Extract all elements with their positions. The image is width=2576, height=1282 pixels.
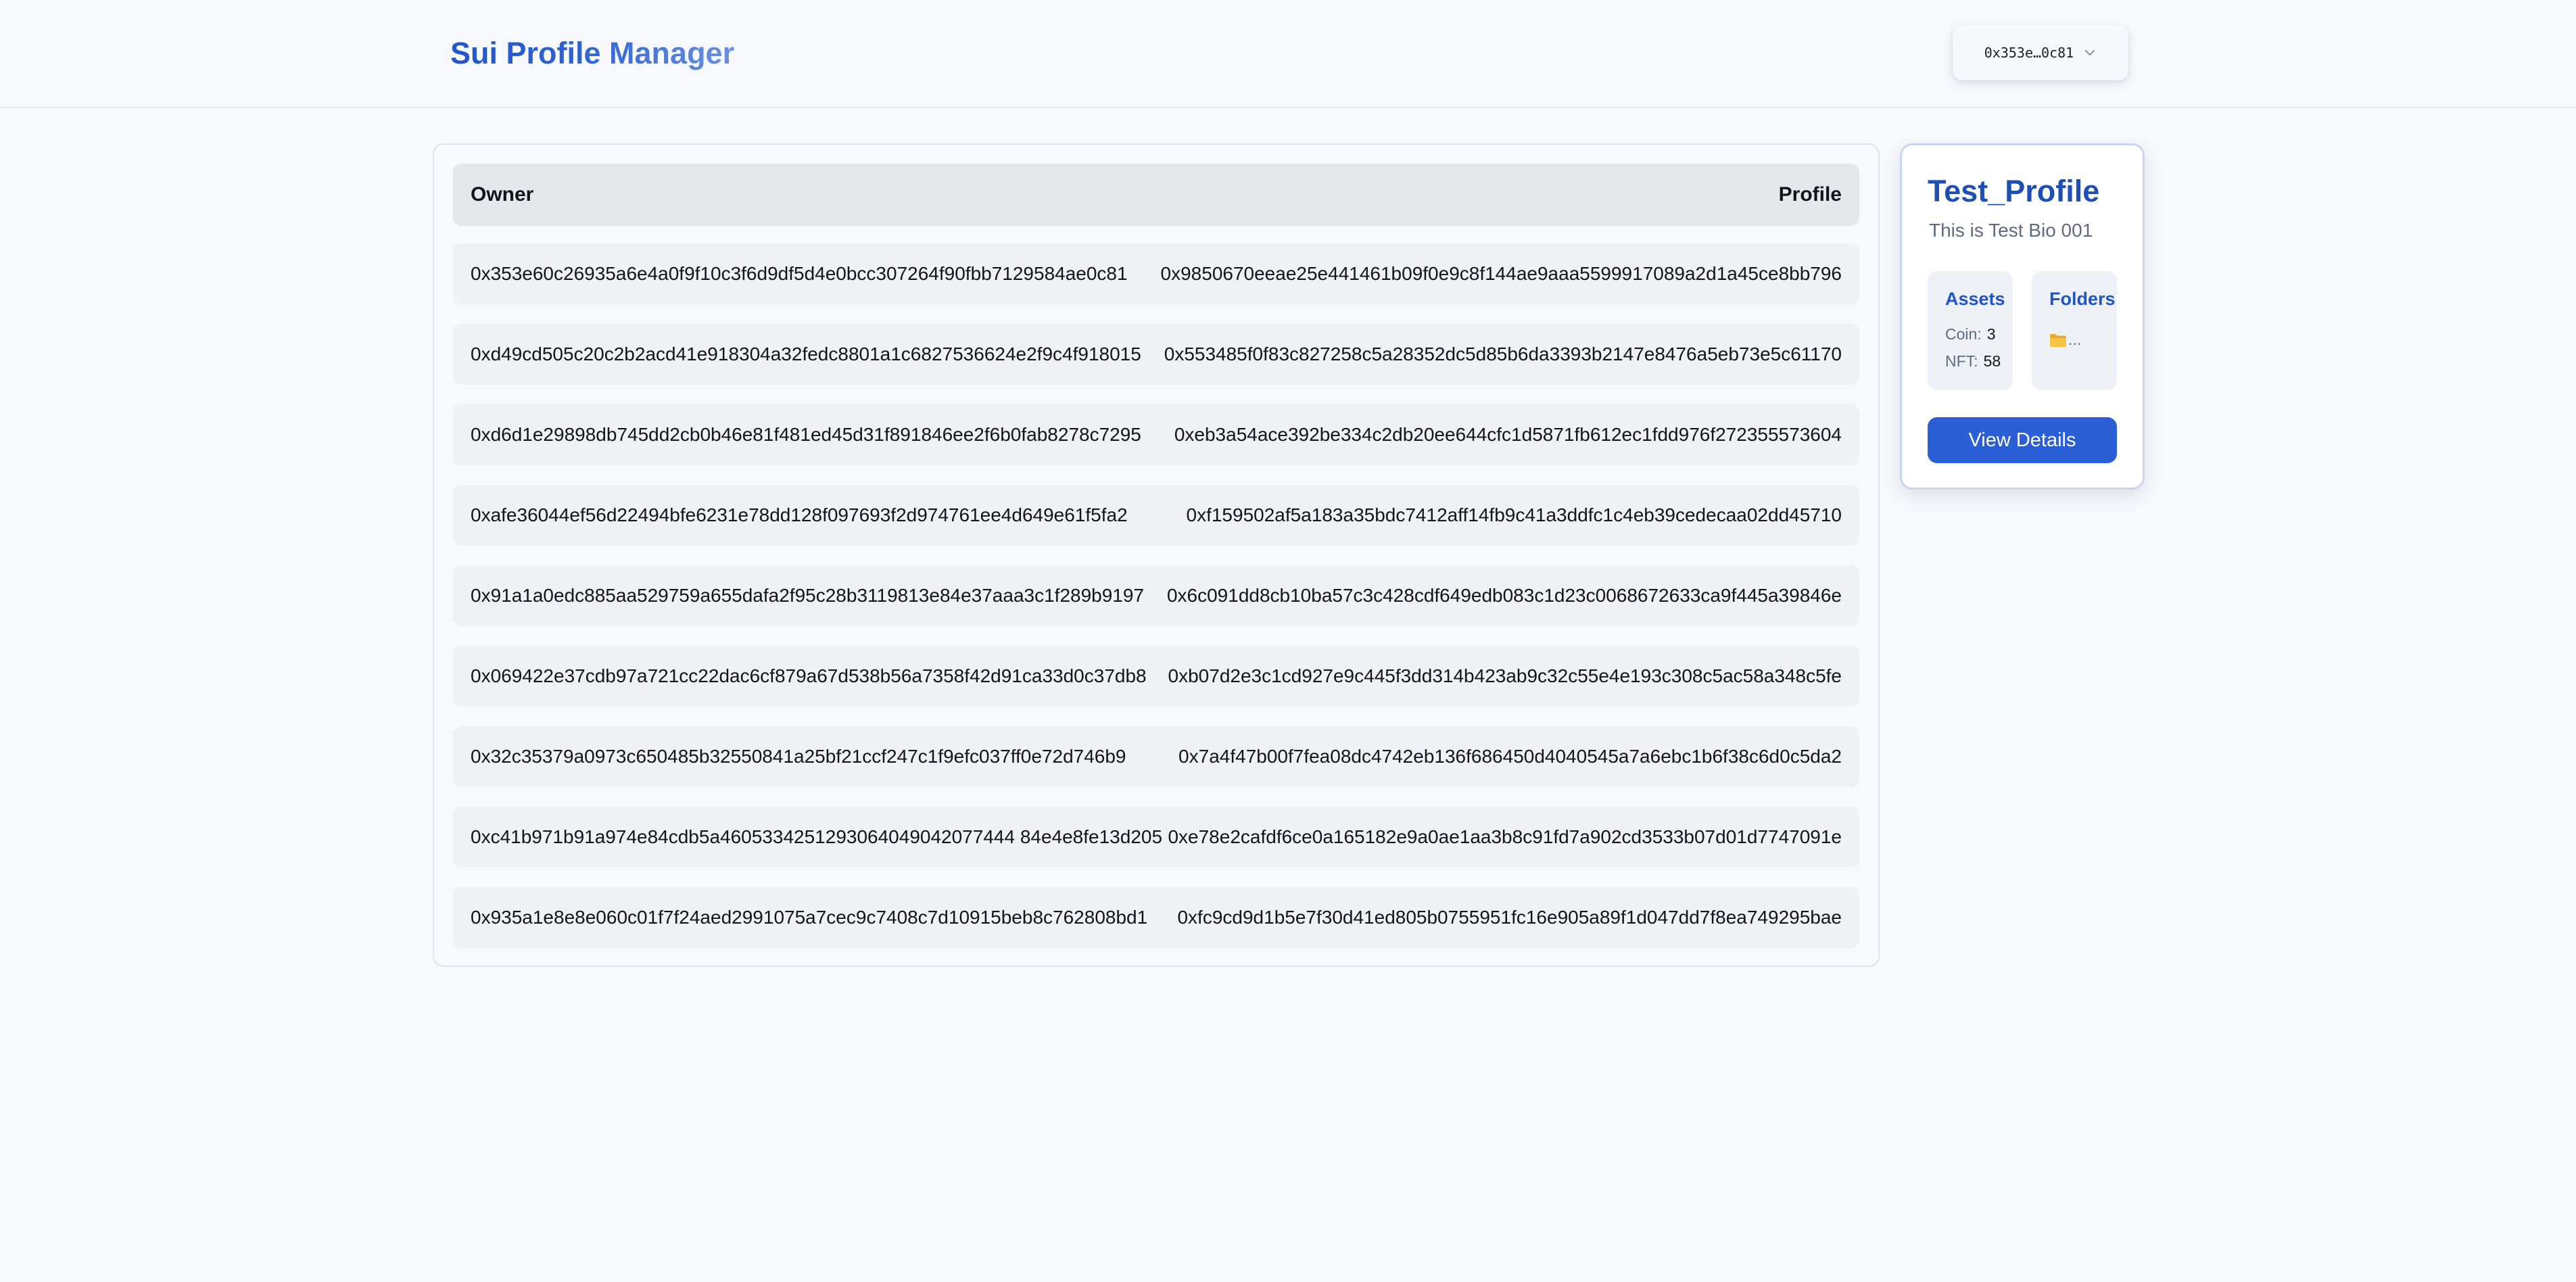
nft-value: 58 [1983,352,2001,370]
table-row[interactable]: 0x91a1a0edc885aa529759a655dafa2f95c28b31… [453,565,1859,626]
owner-address: 0x935a1e8e8e060c01f7f24aed2991075a7cec9c… [471,907,1148,928]
nft-label: NFT: [1945,352,1978,370]
chevron-down-icon [2085,50,2095,55]
owner-address: 0xd49cd505c20c2b2acd41e918304a32fedc8801… [471,343,1141,364]
table-row[interactable]: 0xd49cd505c20c2b2acd41e918304a32fedc8801… [453,324,1859,385]
wallet-address: 0x353e…0c81 [1984,45,2074,61]
folders-title: Folders [2049,289,2116,309]
table-row[interactable]: 0xafe36044ef56d22494bfe6231e78dd128f0976… [453,485,1859,546]
table-row[interactable]: 0xd6d1e29898db745dd2cb0b46e81f481ed45d31… [453,404,1859,465]
top-header: Sui Profile Manager 0x353e…0c81 [0,0,2576,108]
wallet-connect-button[interactable]: 0x353e…0c81 [1953,25,2128,80]
profile-bio: This is Test Bio 001 [1929,220,2093,241]
table-row[interactable]: 0x353e60c26935a6e4a0f9f10c3f6d9df5d4e0bc… [453,243,1859,304]
column-header-profile: Profile [1778,183,1842,206]
profile-address: 0x6c091dd8cb10ba57c3c428cdf649edb083c1d2… [1166,585,1842,606]
view-details-button[interactable]: View Details [1928,417,2117,463]
assets-box: Assets Coin: 3 NFT: 58 [1928,271,2013,390]
profile-address: 0x7a4f47b00f7fea08dc4742eb136f686450d404… [1178,746,1842,767]
profile-name: Test_Profile [1928,174,2100,208]
profile-address: 0xe78e2cafdf6ce0a165182e9a0ae1aa3b8c91fd… [1168,826,1842,847]
coin-stat: Coin: 3 [1945,325,1996,343]
profile-address: 0xfc9cd9d1b5e7f30d41ed805b0755951fc16e90… [1177,907,1842,928]
owner-profile-table: Owner Profile 0x353e60c26935a6e4a0f9f10c… [433,143,1880,967]
folder-icon [2050,333,2066,347]
owner-address: 0xd6d1e29898db745dd2cb0b46e81f481ed45d31… [471,424,1141,445]
owner-address: 0x32c35379a0973c650485b32550841a25bf21cc… [471,746,1126,767]
owner-address: 0xc41b971b91a974e84cdb5a4605334251293064… [471,826,1163,847]
owner-address: 0x353e60c26935a6e4a0f9f10c3f6d9df5d4e0bc… [471,263,1128,284]
table-row[interactable]: 0x32c35379a0973c650485b32550841a25bf21cc… [453,726,1859,787]
owner-address: 0x91a1a0edc885aa529759a655dafa2f95c28b31… [471,585,1145,606]
profile-address: 0xb07d2e3c1cd927e9c445f3dd314b423ab9c32c… [1168,665,1842,686]
column-header-owner: Owner [471,183,534,206]
table-row[interactable]: 0x935a1e8e8e060c01f7f24aed2991075a7cec9c… [453,887,1859,948]
coin-value: 3 [1986,325,1996,343]
owner-address: 0x069422e37cdb97a721cc22dac6cf879a67d538… [471,665,1147,686]
table-row[interactable]: 0x069422e37cdb97a721cc22dac6cf879a67d538… [453,646,1859,707]
profile-address: 0xf159502af5a183a35bdc7412aff14fb9c41a3d… [1186,504,1842,525]
table-header-row: Owner Profile [453,164,1859,226]
owner-address: 0xafe36044ef56d22494bfe6231e78dd128f0976… [471,504,1128,525]
nft-stat: NFT: 58 [1945,352,2001,371]
profile-address: 0x553485f0f83c827258c5a28352dc5d85b6da33… [1164,343,1842,364]
coin-label: Coin: [1945,325,1982,343]
folders-box: Folders ... [2032,271,2117,390]
folder-text: ... [2068,331,2082,348]
profile-address: 0xeb3a54ace392be334c2db20ee644cfc1d5871f… [1174,424,1842,445]
profile-address: 0x9850670eeae25e441461b09f0e9c8f144ae9aa… [1160,263,1842,284]
profile-card: Test_Profile This is Test Bio 001 Assets… [1900,143,2145,490]
folder-entry[interactable]: ... [2049,331,2081,349]
app-title: Sui Profile Manager [450,32,734,74]
table-row[interactable]: 0xc41b971b91a974e84cdb5a4605334251293064… [453,807,1859,868]
assets-title: Assets [1945,289,2005,309]
